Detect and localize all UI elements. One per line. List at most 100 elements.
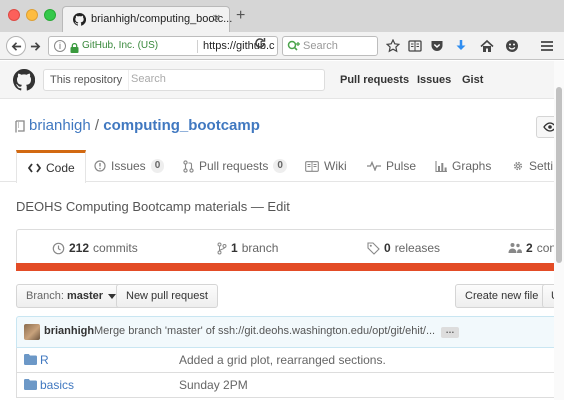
branch-select-button[interactable]: Branch: master (16, 284, 127, 308)
commits-count: 212 (69, 241, 90, 255)
file-name[interactable]: basics (40, 378, 74, 392)
folder-icon (24, 354, 37, 368)
branches-label: branch (241, 241, 279, 255)
reload-icon[interactable] (254, 37, 266, 52)
repo-icon (15, 120, 25, 136)
tab-label: Pulse (386, 159, 417, 173)
create-new-file-button[interactable]: Create new file (455, 284, 549, 308)
commits-link[interactable]: 212 commits (52, 241, 138, 255)
lock-icon (70, 42, 79, 56)
file-row[interactable]: basics Sunday 2PM (16, 373, 564, 398)
arrow-left-icon (11, 41, 21, 51)
issue-opened-icon (94, 160, 106, 172)
avatar[interactable] (24, 324, 40, 340)
file-commit-message[interactable]: Sunday 2PM (179, 378, 248, 392)
history-icon (52, 242, 65, 254)
search-engine-icon (287, 40, 301, 55)
tab-pulse[interactable]: Pulse (367, 159, 416, 173)
file-row[interactable]: R Added a grid plot, rearranged sections… (16, 348, 564, 373)
path-separator: / (94, 117, 100, 134)
tab-pull-requests[interactable]: Pull requests 0 (183, 159, 287, 173)
reading-list-icon[interactable] (408, 39, 422, 56)
releases-label: releases (394, 241, 441, 255)
site-search-input[interactable]: Search (131, 73, 166, 85)
browser-search-field[interactable]: Search (282, 36, 378, 56)
tab-wiki[interactable]: Wiki (305, 159, 347, 173)
tab-label: Setti (529, 159, 554, 173)
tab-issues[interactable]: Issues 0 (94, 159, 165, 173)
back-button[interactable] (6, 36, 26, 56)
site-search[interactable]: This repository Search (43, 69, 325, 91)
contributors-link[interactable]: 2 con (508, 241, 556, 255)
browser-tab-active[interactable]: brianhigh/computing_bootc... ✕ (62, 6, 232, 32)
browser-toolbar: i GitHub, Inc. (US) https://github.cc Se… (0, 32, 564, 60)
site-identity: GitHub, Inc. (US) (82, 40, 159, 51)
tab-label: Wiki (324, 159, 347, 173)
branch-name: master (66, 290, 104, 302)
url-divider (197, 40, 198, 53)
pulse-icon (367, 161, 381, 171)
language-color-bar[interactable] (16, 263, 564, 271)
tab-settings[interactable]: Setti (512, 159, 553, 173)
releases-link[interactable]: 0 releases (367, 241, 440, 255)
header-link-issues[interactable]: Issues (417, 74, 451, 86)
header-link-pull-requests[interactable]: Pull requests (340, 74, 409, 86)
git-branch-icon (217, 242, 227, 254)
caret-down-icon (108, 293, 117, 299)
downloads-icon[interactable] (455, 39, 467, 56)
tab-label: Graphs (452, 159, 492, 173)
bookmark-star-icon[interactable] (385, 38, 401, 56)
tab-code[interactable]: Code (16, 150, 86, 183)
search-scope-label: This repository (44, 70, 130, 90)
branches-count: 1 (231, 241, 238, 255)
file-name[interactable]: R (40, 353, 49, 367)
file-commit-message[interactable]: Added a grid plot, rearranged sections. (179, 353, 386, 367)
repo-owner-link[interactable]: brianhigh (29, 117, 91, 134)
repo-description: DEOHS Computing Bootcamp materials — Edi… (16, 199, 290, 214)
smiley-feedback-icon[interactable] (505, 39, 519, 56)
forward-button[interactable] (28, 36, 42, 56)
pulls-counter: 0 (273, 159, 287, 173)
repo-title: brianhigh / computing_bootcamp (29, 117, 260, 134)
repo-name-link[interactable]: computing_bootcamp (103, 117, 260, 134)
close-window-button[interactable] (8, 9, 20, 21)
new-tab-button[interactable]: + (236, 7, 245, 25)
close-tab-icon[interactable]: ✕ (212, 12, 221, 25)
repo-navigation: Code Issues 0 Pull requests 0 Wiki Pulse… (0, 150, 564, 183)
pocket-icon[interactable] (430, 39, 444, 56)
tab-graphs[interactable]: Graphs (435, 159, 491, 173)
arrow-right-icon (30, 41, 40, 51)
github-favicon-icon (72, 12, 87, 29)
github-octocat-icon[interactable] (12, 68, 36, 94)
tab-label: Issues (111, 159, 146, 173)
branch-prefix: Branch: (26, 290, 64, 302)
browser-search-placeholder: Search (303, 40, 338, 52)
branches-link[interactable]: 1 branch (217, 241, 278, 255)
contributors-count: 2 (526, 241, 533, 255)
header-link-gist[interactable]: Gist (462, 74, 483, 86)
organization-icon (508, 243, 522, 253)
address-bar[interactable]: i GitHub, Inc. (US) https://github.cc (48, 36, 278, 56)
graph-icon (435, 160, 447, 172)
hamburger-menu-icon[interactable] (540, 39, 554, 56)
folder-icon (24, 379, 37, 393)
minimize-window-button[interactable] (26, 9, 38, 21)
page-scrollbar[interactable] (554, 61, 564, 400)
tab-label: Pull requests (199, 159, 269, 173)
tab-label: Code (46, 161, 75, 175)
info-icon[interactable]: i (54, 40, 66, 52)
commits-label: commits (93, 241, 138, 255)
gear-icon (513, 161, 523, 171)
new-pull-request-button[interactable]: New pull request (116, 284, 218, 308)
browser-tab-strip: brianhigh/computing_bootc... ✕ + (0, 0, 564, 32)
commit-author[interactable]: brianhigh (44, 325, 94, 337)
scrollbar-thumb[interactable] (556, 87, 562, 263)
code-icon (28, 163, 41, 173)
releases-count: 0 (384, 241, 391, 255)
expand-commit-button[interactable]: … (441, 326, 459, 338)
book-icon (305, 160, 319, 172)
commit-message[interactable]: Merge branch 'master' of ssh://git.deohs… (94, 325, 435, 337)
tag-icon (367, 241, 380, 255)
home-icon[interactable] (480, 39, 494, 56)
zoom-window-button[interactable] (44, 9, 56, 21)
